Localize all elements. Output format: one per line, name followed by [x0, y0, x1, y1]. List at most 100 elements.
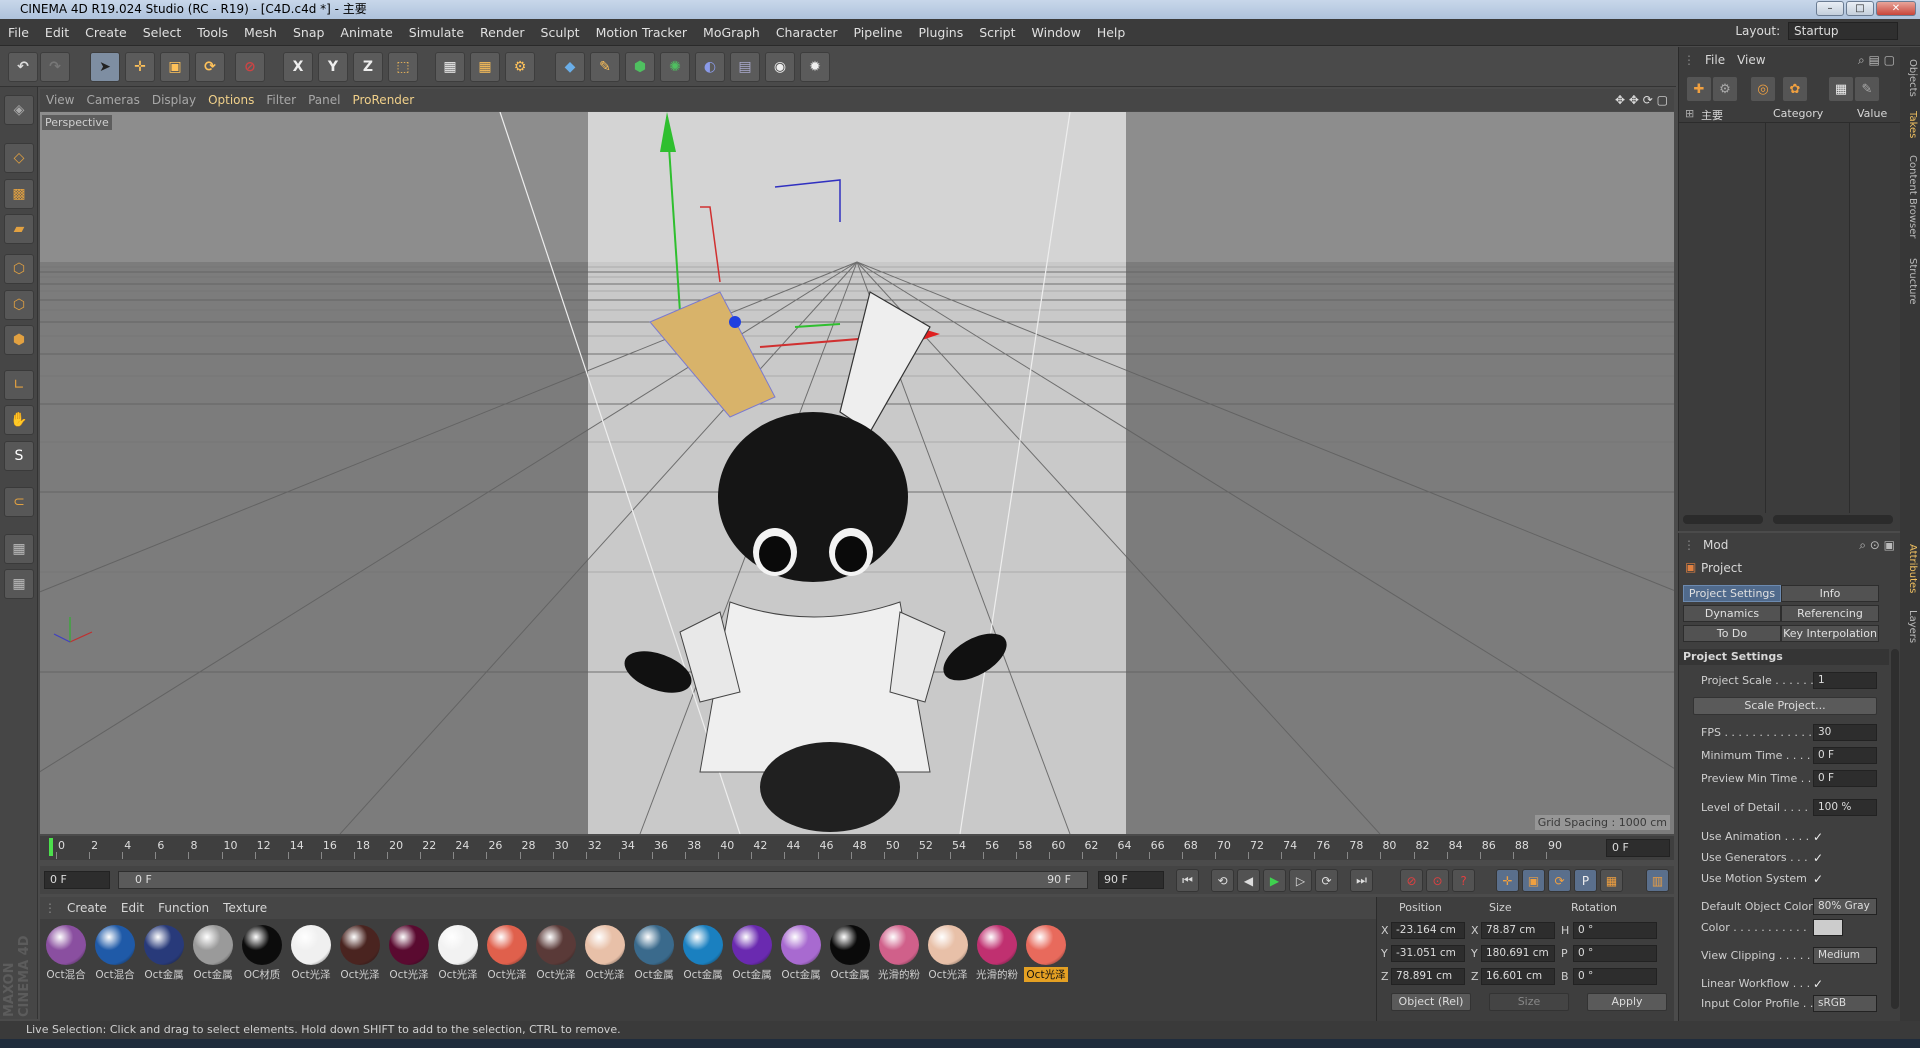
start-frame-field[interactable]: 0 F: [44, 871, 110, 889]
drag-handle-icon[interactable]: ⋮: [1679, 538, 1699, 552]
menu-character[interactable]: Character: [768, 19, 846, 46]
material-swatch[interactable]: Oct光泽: [485, 923, 529, 983]
color-swatch[interactable]: [1813, 919, 1843, 936]
menu-mograph[interactable]: MoGraph: [695, 19, 768, 46]
size-x-field[interactable]: 78.87 cm: [1481, 922, 1555, 939]
viewport-menu-panel[interactable]: Panel: [302, 89, 346, 111]
menu-motion-tracker[interactable]: Motion Tracker: [588, 19, 695, 46]
side-tab-takes[interactable]: Takes: [1902, 107, 1918, 143]
subdivision-icon[interactable]: ⬢: [625, 52, 655, 82]
menu-file[interactable]: File: [0, 19, 37, 46]
material-swatch[interactable]: Oct金属: [681, 923, 725, 983]
use-motion-system-checkbox[interactable]: ✓: [1813, 872, 1823, 886]
texture-mode-icon[interactable]: ▩: [4, 179, 34, 209]
y-axis-lock-icon[interactable]: Y: [318, 52, 348, 82]
vertical-scrollbar[interactable]: [1891, 649, 1899, 1009]
material-menu-create[interactable]: Create: [60, 897, 114, 919]
viewport-menu-filter[interactable]: Filter: [260, 89, 302, 111]
key-rotation-icon[interactable]: ⟳: [1548, 869, 1571, 892]
drag-handle-icon[interactable]: ⋮: [1679, 53, 1699, 67]
magnet-icon[interactable]: ⊂: [4, 487, 34, 517]
material-swatch[interactable]: Oct金属: [730, 923, 774, 983]
view-clipping-dropdown[interactable]: Medium: [1813, 947, 1877, 964]
tweak-mode-icon[interactable]: ✋: [4, 405, 34, 435]
layout-dropdown[interactable]: Startup: [1788, 22, 1898, 40]
floor-icon[interactable]: ▤: [730, 52, 760, 82]
level-of-detail-field[interactable]: 100 %: [1813, 799, 1877, 816]
attribute-menu-mode[interactable]: Mod: [1699, 538, 1732, 552]
coordinate-system-icon[interactable]: ⬚: [388, 52, 418, 82]
apply-button[interactable]: Apply: [1587, 993, 1667, 1011]
octane-material-icon[interactable]: ◎: [1751, 77, 1775, 101]
tab-key-interpolation[interactable]: Key Interpolation: [1781, 625, 1879, 642]
material-swatch[interactable]: Oct光泽: [289, 923, 333, 983]
material-swatch[interactable]: Oct光泽: [387, 923, 431, 983]
material-swatch[interactable]: Oct光泽: [1024, 923, 1068, 983]
menu-pipeline[interactable]: Pipeline: [846, 19, 911, 46]
tab-dynamics[interactable]: Dynamics: [1683, 605, 1781, 622]
viewport-menu-prorender[interactable]: ProRender: [346, 89, 420, 111]
render-settings-icon[interactable]: ⚙: [505, 52, 535, 82]
material-swatch[interactable]: Oct金属: [632, 923, 676, 983]
end-frame-field[interactable]: 90 F: [1098, 871, 1164, 889]
viewport-menu-display[interactable]: Display: [146, 89, 202, 111]
material-swatch[interactable]: Oct金属: [191, 923, 235, 983]
cloner-icon[interactable]: ✺: [660, 52, 690, 82]
keyframe-selection-icon[interactable]: ?: [1452, 869, 1475, 892]
menu-script[interactable]: Script: [971, 19, 1023, 46]
rotation-h-field[interactable]: 0 °: [1573, 922, 1657, 939]
menu-render[interactable]: Render: [472, 19, 533, 46]
menu-help[interactable]: Help: [1089, 19, 1134, 46]
redo-icon[interactable]: ↷: [40, 52, 70, 82]
next-key-icon[interactable]: ⟳: [1315, 869, 1338, 892]
tab-info[interactable]: Info: [1781, 585, 1879, 602]
expand-icon[interactable]: ⊞: [1685, 107, 1694, 120]
linear-workflow-checkbox[interactable]: ✓: [1813, 977, 1823, 991]
pen-spline-icon[interactable]: ✎: [590, 52, 620, 82]
planar-workplane-icon[interactable]: ▦: [4, 569, 34, 599]
make-editable-icon[interactable]: ◈: [4, 95, 34, 125]
rotate-icon[interactable]: ⟳: [195, 52, 225, 82]
input-color-profile-dropdown[interactable]: sRGB: [1813, 995, 1877, 1012]
play-icon[interactable]: ▶: [1263, 869, 1286, 892]
octane-settings-icon[interactable]: ⚙: [1713, 77, 1737, 101]
close-button[interactable]: ✕: [1876, 1, 1916, 16]
material-swatch[interactable]: Oct混合: [44, 923, 88, 983]
render-view-icon[interactable]: ▦: [435, 52, 465, 82]
material-swatch[interactable]: Oct光泽: [583, 923, 627, 983]
size-y-field[interactable]: 180.691 cm: [1481, 945, 1555, 962]
minimum-time-field[interactable]: 0 F: [1813, 747, 1877, 764]
size-mode-dropdown[interactable]: Size: [1489, 993, 1569, 1011]
key-pla-icon[interactable]: ▦: [1600, 869, 1623, 892]
menu-mesh[interactable]: Mesh: [236, 19, 285, 46]
material-swatch[interactable]: Oct光泽: [926, 923, 970, 983]
key-parameter-icon[interactable]: P: [1574, 869, 1597, 892]
material-menu-edit[interactable]: Edit: [114, 897, 151, 919]
position-y-field[interactable]: -31.051 cm: [1391, 945, 1465, 962]
drag-handle-icon[interactable]: ⋮: [40, 897, 60, 919]
timeline-ruler[interactable]: 0 2 4 6 8 10 12 14 16 18 20 22 24 26 28 30 32 34 36 38 40 42 4…: [40, 836, 1674, 860]
next-frame-icon[interactable]: ▷: [1289, 869, 1312, 892]
viewport-menu-cameras[interactable]: Cameras: [80, 89, 145, 111]
polygons-mode-icon[interactable]: ⬢: [4, 325, 34, 355]
previous-key-icon[interactable]: ⟲: [1211, 869, 1234, 892]
object-menu-file[interactable]: File: [1699, 53, 1731, 67]
position-x-field[interactable]: -23.164 cm: [1391, 922, 1465, 939]
project-scale-field[interactable]: 1: [1813, 672, 1877, 689]
octane-object-icon[interactable]: ✚: [1687, 77, 1711, 101]
scale-icon[interactable]: ▣: [160, 52, 190, 82]
viewport-nav-icon[interactable]: ✥ ✥ ⟳ ▢: [1609, 89, 1674, 111]
rotation-p-field[interactable]: 0 °: [1573, 945, 1657, 962]
menu-plugins[interactable]: Plugins: [910, 19, 971, 46]
perspective-viewport[interactable]: Perspective Grid Spacing : 1000 cm: [40, 112, 1674, 834]
octane-texture-icon[interactable]: ✿: [1783, 77, 1807, 101]
menu-animate[interactable]: Animate: [332, 19, 400, 46]
use-animation-checkbox[interactable]: ✓: [1813, 830, 1823, 844]
go-to-end-icon[interactable]: ⏭: [1350, 869, 1373, 892]
key-position-icon[interactable]: ✛: [1496, 869, 1519, 892]
model-mode-icon[interactable]: ◇: [4, 143, 34, 173]
material-swatch[interactable]: 光滑的粉: [975, 923, 1019, 983]
scale-project-button[interactable]: Scale Project...: [1693, 697, 1877, 715]
octane-camera-icon[interactable]: ▦: [1829, 77, 1853, 101]
material-menu-texture[interactable]: Texture: [216, 897, 274, 919]
